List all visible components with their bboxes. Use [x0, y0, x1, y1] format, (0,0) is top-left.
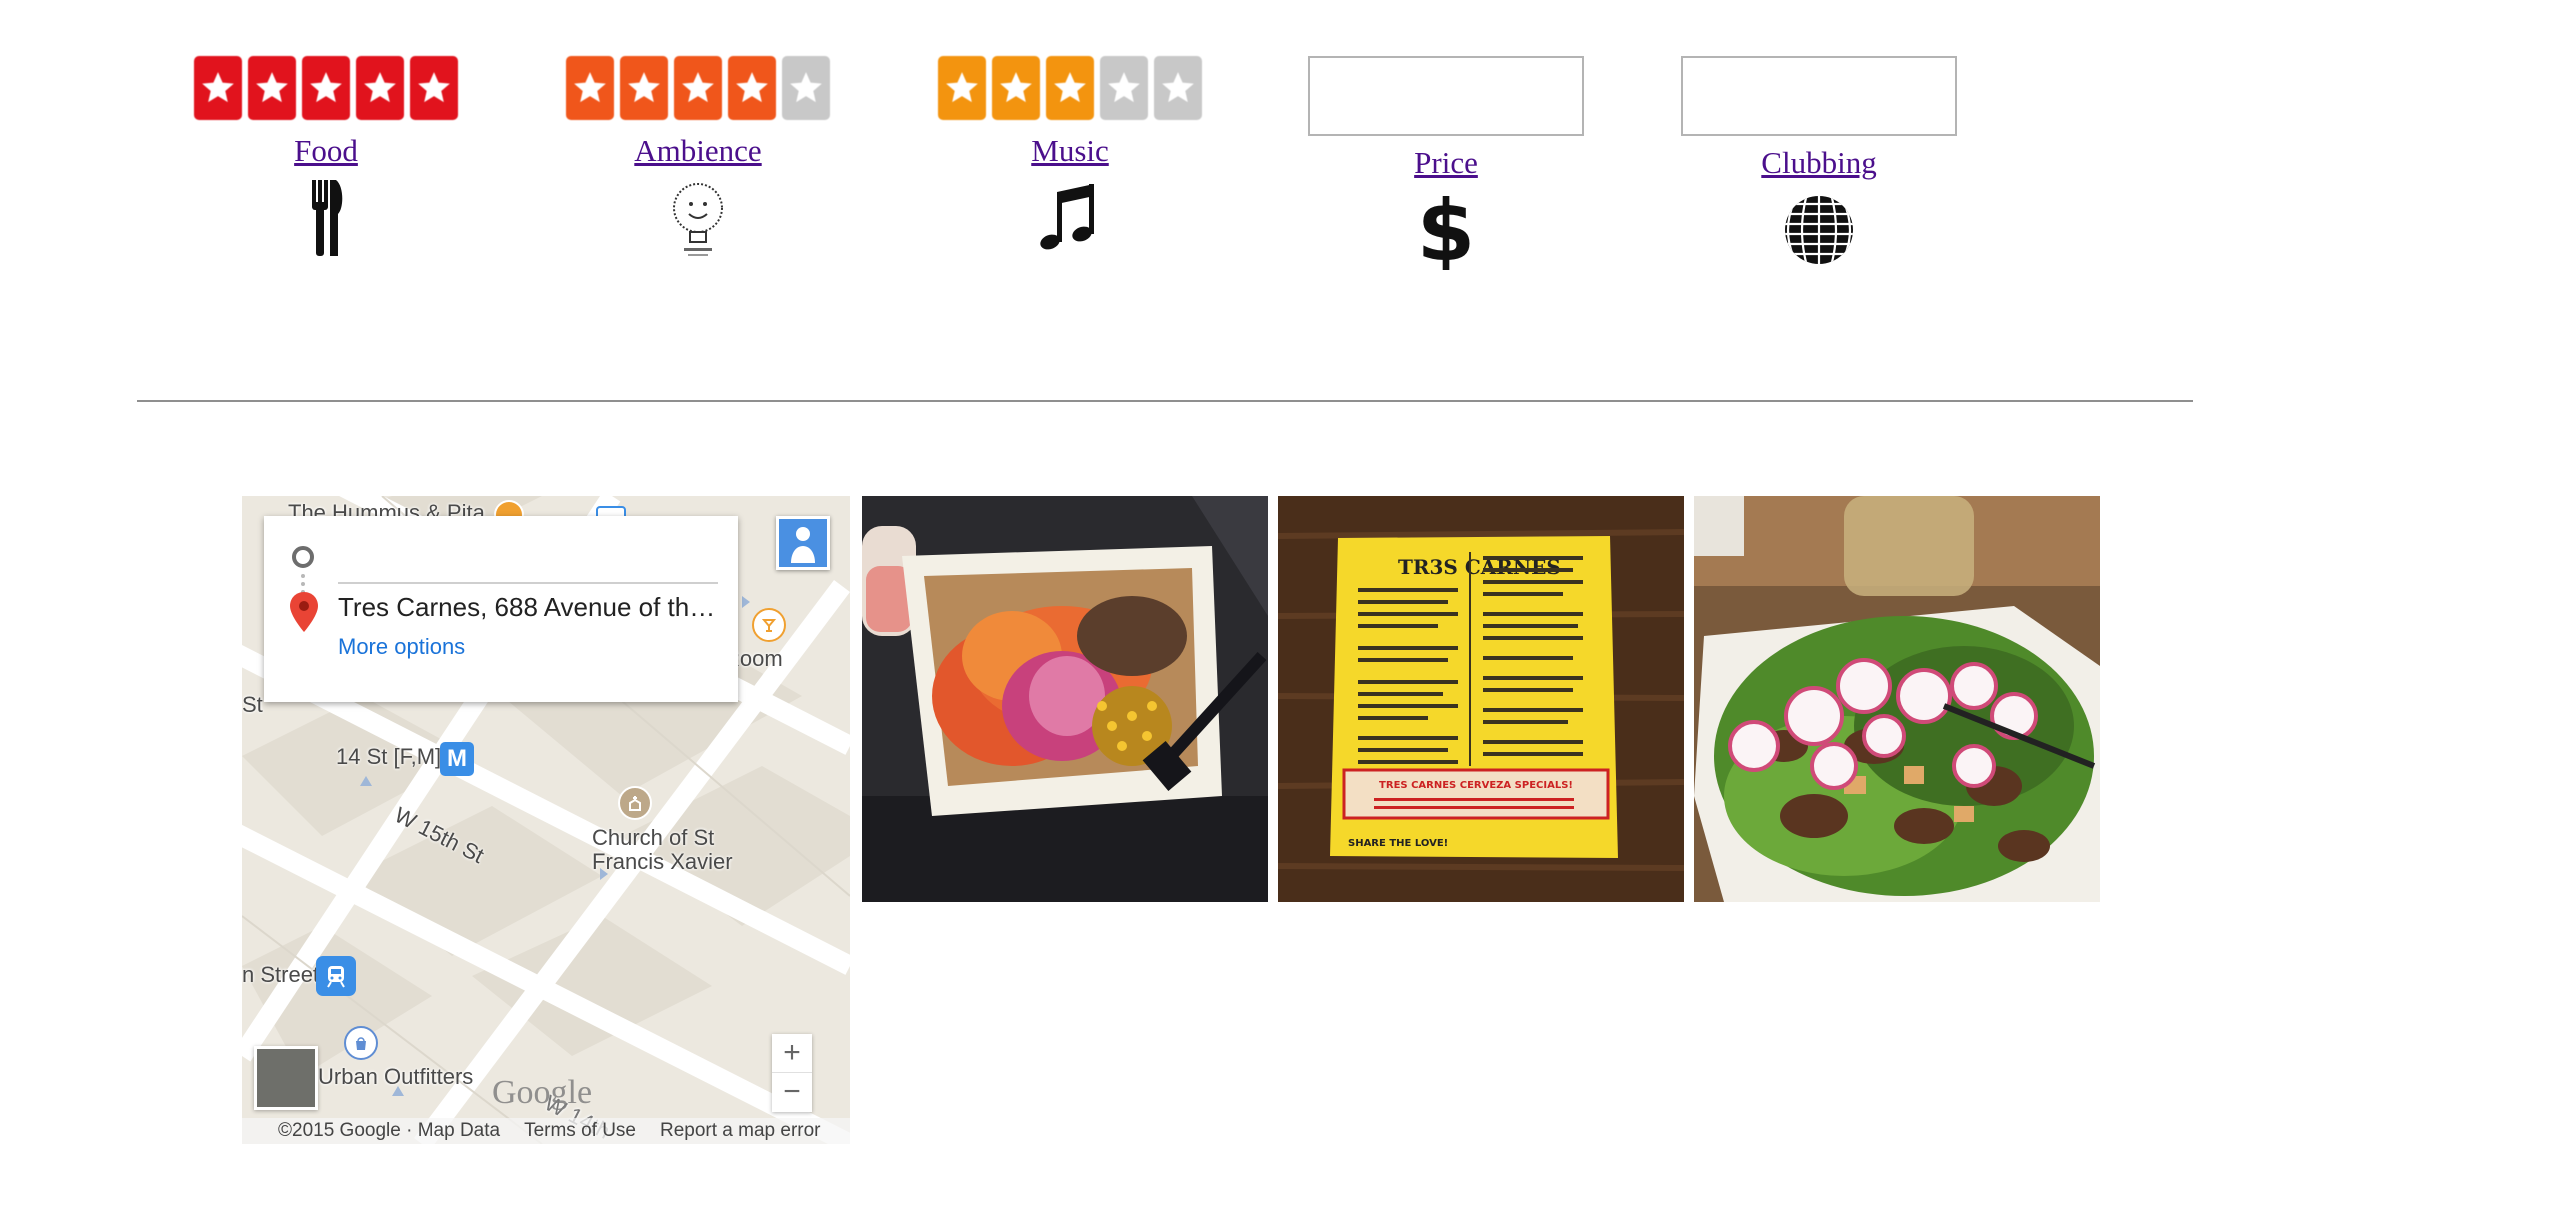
more-options-link[interactable]: More options: [338, 634, 465, 660]
price-rating-placeholder[interactable]: [1308, 56, 1584, 136]
google-map[interactable]: The Hummus & Pita w Room St 14 St [F,M] …: [242, 496, 850, 1144]
map-label-st: St: [242, 692, 263, 717]
destination-input[interactable]: Tres Carnes, 688 Avenue of the Americas: [338, 592, 720, 623]
zoom-out-button[interactable]: −: [772, 1072, 812, 1111]
zoom-in-button[interactable]: +: [772, 1034, 812, 1072]
map-label-urban[interactable]: Urban Outfitters: [318, 1064, 473, 1090]
train-icon[interactable]: [316, 956, 356, 996]
map-label-church[interactable]: Church of St Francis Xavier: [592, 826, 752, 874]
rating-price: Price $: [1306, 56, 1586, 280]
ambience-star-rating[interactable]: [566, 56, 830, 124]
directions-card: Tres Carnes, 688 Avenue of the Americas …: [264, 516, 738, 702]
origin-circle-icon: [292, 546, 314, 568]
rating-music: Music: [930, 56, 1210, 258]
star-icon[interactable]: [356, 56, 404, 120]
street-view-pegman-icon[interactable]: [776, 516, 830, 570]
price-link[interactable]: Price: [1306, 145, 1586, 180]
metro-badge[interactable]: M: [440, 742, 474, 776]
star-icon[interactable]: [410, 56, 458, 120]
star-icon[interactable]: [620, 56, 668, 120]
star-icon[interactable]: [728, 56, 776, 120]
fork-knife-icon: [286, 176, 366, 258]
dollar-icon: $: [1406, 182, 1486, 280]
terms-of-use-link[interactable]: Terms of Use: [524, 1120, 636, 1142]
music-note-icon: [1030, 176, 1110, 258]
rating-ambience: Ambience: [558, 56, 838, 258]
music-link[interactable]: Music: [930, 133, 1210, 168]
bar-icon[interactable]: [752, 608, 786, 642]
food-bowl-photo[interactable]: [862, 496, 1268, 902]
rating-clubbing: Clubbing: [1679, 56, 1959, 270]
map-copyright: ©2015 Google · Map Data: [278, 1120, 501, 1141]
lightbulb-icon: [658, 176, 738, 258]
satellite-toggle-button[interactable]: [254, 1046, 318, 1110]
clubbing-rating-placeholder[interactable]: [1681, 56, 1957, 136]
disco-ball-icon: [1779, 188, 1859, 270]
map-label-14-st-station[interactable]: 14 St [F,M]: [336, 744, 441, 770]
ambience-link[interactable]: Ambience: [558, 133, 838, 168]
destination-pin-icon: [290, 592, 318, 632]
salad-photo[interactable]: [1694, 496, 2100, 902]
menu-flyer-photo[interactable]: TR3S CARNES TRES CARNES CERVEZA SPECIALS…: [1278, 496, 1684, 902]
star-icon[interactable]: [782, 56, 830, 120]
report-map-error-link[interactable]: Report a map error: [660, 1120, 821, 1142]
star-icon[interactable]: [992, 56, 1040, 120]
star-icon[interactable]: [674, 56, 722, 120]
star-icon[interactable]: [194, 56, 242, 120]
shopping-bag-icon[interactable]: [344, 1026, 378, 1060]
star-icon[interactable]: [1154, 56, 1202, 120]
zoom-control: + −: [772, 1034, 812, 1112]
svg-text:$: $: [1417, 188, 1475, 270]
star-icon[interactable]: [1046, 56, 1094, 120]
origin-input[interactable]: [338, 582, 718, 584]
church-icon[interactable]: [618, 786, 652, 820]
google-logo[interactable]: Google: [492, 1074, 592, 1112]
map-label-street: n Street: [242, 962, 320, 987]
food-star-rating[interactable]: [194, 56, 458, 124]
star-icon[interactable]: [1100, 56, 1148, 120]
food-link[interactable]: Food: [186, 133, 466, 168]
music-star-rating[interactable]: [938, 56, 1202, 124]
rating-food: Food: [186, 56, 466, 258]
star-icon[interactable]: [302, 56, 350, 120]
star-icon[interactable]: [938, 56, 986, 120]
star-icon[interactable]: [566, 56, 614, 120]
menu-specials: TRES CARNES CERVEZA SPECIALS!: [1379, 780, 1573, 791]
star-icon[interactable]: [248, 56, 296, 120]
map-attribution: ©2015 Google · Map Data Terms of Use Rep…: [242, 1118, 850, 1144]
route-dots: [301, 574, 309, 594]
menu-footer: SHARE THE LOVE!: [1348, 838, 1448, 849]
section-divider: [137, 400, 2193, 402]
clubbing-link[interactable]: Clubbing: [1679, 145, 1959, 180]
